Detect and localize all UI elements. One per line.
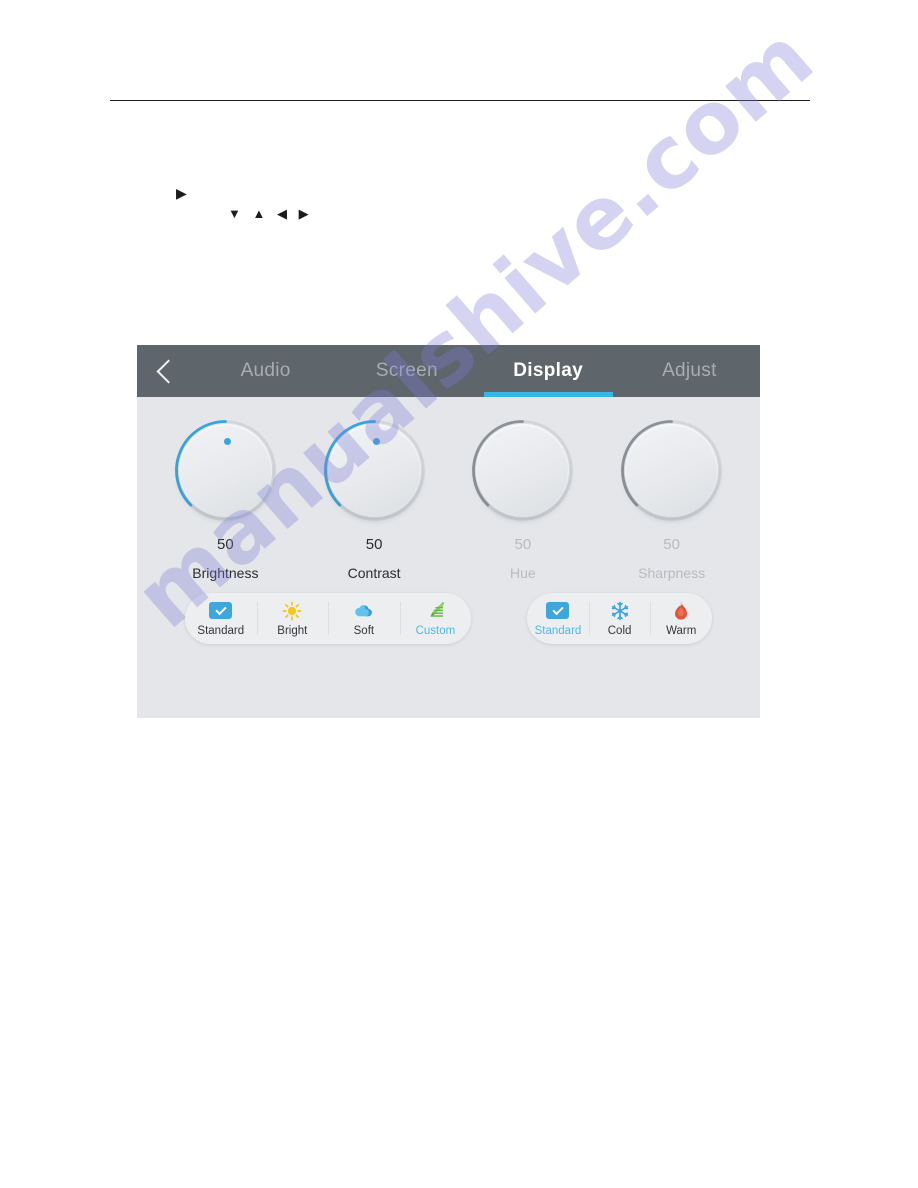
down-triangle-icon: ▼ — [228, 206, 245, 221]
knob-contrast[interactable] — [321, 417, 428, 524]
color-temp-standard[interactable]: Standard — [527, 593, 589, 644]
back-button[interactable] — [137, 345, 195, 397]
picture-mode-custom[interactable]: Custom — [399, 593, 472, 644]
tab-audio-label: Audio — [240, 360, 291, 381]
knob-hue — [469, 417, 576, 524]
tab-screen-label: Screen — [375, 360, 438, 381]
snowflake-icon — [610, 601, 630, 621]
knob-brightness[interactable] — [172, 417, 279, 524]
back-chevron-icon — [156, 358, 181, 384]
cloud-icon — [353, 601, 375, 621]
checkbox-icon — [546, 601, 570, 621]
picture-mode-bright[interactable]: Bright — [256, 593, 329, 644]
osd-header: Audio Screen Display Adjust — [137, 345, 760, 397]
knob-value-hue: 50 — [514, 536, 532, 553]
up-triangle-icon: ▲ — [252, 206, 270, 221]
knob-row: 50 Brightness 50 Contrast 50 Hue 50 Shar… — [137, 397, 760, 581]
picture-mode-bright-label: Bright — [277, 624, 308, 637]
knob-indicator-brightness — [223, 438, 231, 445]
sun-icon — [282, 601, 302, 621]
knob-value-contrast: 50 — [365, 536, 383, 553]
tab-display[interactable]: Display — [478, 345, 619, 397]
right-triangle-icon: ▶ — [298, 206, 313, 221]
color-temp-cold-label: Cold — [607, 624, 632, 637]
color-temp-standard-label: Standard — [534, 624, 582, 637]
knob-face-sharpness — [625, 424, 719, 517]
color-temp-warm-label: Warm — [666, 624, 697, 637]
tab-adjust[interactable]: Adjust — [619, 345, 760, 397]
preset-groups: Standard Bright Soft Custom Standard Col… — [137, 593, 760, 644]
knob-cell-contrast[interactable]: 50 Contrast — [300, 417, 449, 581]
flame-icon — [672, 601, 690, 621]
picture-mode-soft-label: Soft — [353, 624, 375, 637]
color-temp-group: Standard Cold Warm — [527, 593, 712, 644]
pencil-icon — [424, 601, 446, 621]
tab-audio[interactable]: Audio — [195, 345, 336, 397]
left-triangle-icon: ◀ — [277, 206, 291, 221]
knob-value-sharpness: 50 — [663, 536, 680, 553]
page-header-rule — [110, 100, 810, 101]
knob-value-brightness: 50 — [217, 536, 234, 553]
knob-cell-sharpness: 50 Sharpness — [597, 417, 746, 581]
nav-triangle-glyph-row: ▼ ▲ ◀ ▶ — [228, 207, 313, 221]
knob-label-hue: Hue — [510, 565, 536, 581]
picture-mode-standard-label: Standard — [197, 624, 245, 637]
knob-cell-brightness[interactable]: 50 Brightness — [151, 417, 300, 581]
color-temp-cold[interactable]: Cold — [588, 593, 651, 644]
bullet-triangle-icon: ▶ — [176, 185, 187, 201]
knob-indicator-contrast — [372, 438, 380, 445]
osd-panel: Audio Screen Display Adjust 50 Brightnes… — [137, 345, 760, 718]
tab-display-label: Display — [513, 360, 583, 381]
picture-mode-group: Standard Bright Soft Custom — [185, 593, 472, 644]
knob-cell-hue: 50 Hue — [449, 417, 598, 581]
checkbox-icon — [209, 601, 233, 621]
picture-mode-soft[interactable]: Soft — [328, 593, 400, 644]
knob-label-sharpness: Sharpness — [638, 565, 706, 581]
color-temp-warm[interactable]: Warm — [650, 593, 712, 644]
tab-screen[interactable]: Screen — [336, 345, 477, 397]
picture-mode-standard[interactable]: Standard — [185, 593, 257, 644]
picture-mode-custom-label: Custom — [415, 624, 456, 637]
tab-adjust-label: Adjust — [662, 360, 717, 381]
knob-sharpness — [618, 417, 725, 524]
knob-label-brightness: Brightness — [192, 565, 259, 581]
knob-label-contrast: Contrast — [347, 565, 401, 581]
osd-tabbar: Audio Screen Display Adjust — [195, 345, 760, 397]
knob-face-hue — [476, 424, 570, 517]
